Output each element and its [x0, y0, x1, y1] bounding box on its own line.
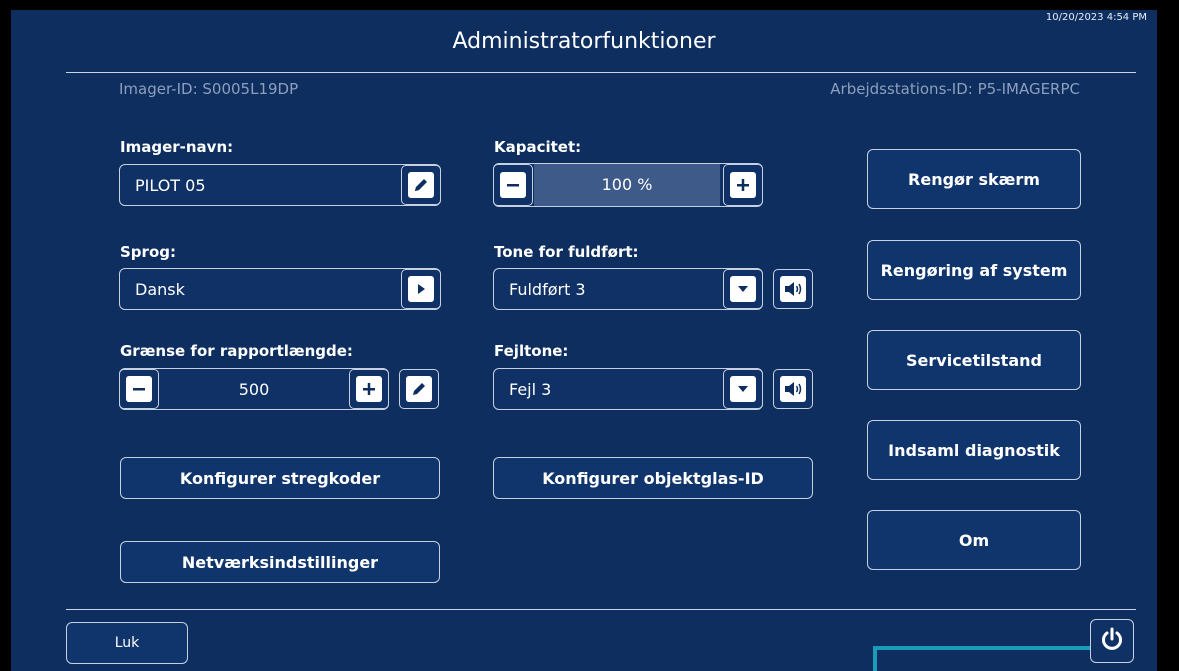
pencil-icon — [406, 376, 432, 402]
clean-screen-button[interactable]: Rengør skærm — [867, 149, 1081, 209]
edit-imager-name-button[interactable] — [401, 165, 441, 205]
imager-name-label: Imager-navn: — [120, 138, 234, 156]
about-button[interactable]: Om — [867, 510, 1081, 570]
done-tone-dropdown-button[interactable] — [723, 269, 763, 309]
error-tone-value: Fejl 3 — [509, 380, 552, 399]
report-limit-stepper: 500 — [119, 368, 389, 410]
workstation-id: Arbejdsstations-ID: P5-IMAGERPC — [830, 80, 1080, 98]
plus-icon — [356, 376, 382, 402]
capacity-display: 100 % — [534, 164, 720, 206]
power-accent-line — [873, 646, 1093, 650]
collect-diagnostics-button[interactable]: Indsaml diagnostik — [867, 420, 1081, 480]
speaker-icon — [780, 376, 806, 402]
power-accent-line-vertical — [873, 646, 877, 671]
done-tone-label: Tone for fuldført: — [494, 243, 639, 261]
minus-icon — [500, 172, 526, 198]
timestamp: 10/20/2023 4:54 PM — [1045, 12, 1147, 23]
footer-divider — [66, 609, 1136, 610]
report-limit-decrease-button[interactable] — [119, 369, 159, 409]
capacity-decrease-button[interactable] — [493, 164, 533, 206]
play-error-tone-button[interactable] — [773, 369, 813, 409]
admin-screen: 10/20/2023 4:54 PM Administratorfunktion… — [11, 10, 1157, 671]
imager-name-value: PILOT 05 — [135, 176, 206, 195]
done-tone-value: Fuldført 3 — [509, 280, 586, 299]
configure-slide-id-button[interactable]: Konfigurer objektglas-ID — [493, 457, 813, 499]
capacity-stepper: 100 % — [493, 163, 763, 207]
language-label: Sprog: — [120, 243, 176, 261]
error-tone-dropdown-button[interactable] — [723, 369, 763, 409]
play-right-icon — [408, 276, 434, 302]
language-value: Dansk — [135, 280, 185, 299]
imager-id: Imager-ID: S0005L19DP — [119, 80, 299, 98]
close-button[interactable]: Luk — [66, 622, 188, 664]
done-tone-select[interactable]: Fuldført 3 — [493, 268, 763, 310]
system-cleaning-button[interactable]: Rengøring af system — [867, 240, 1081, 300]
report-limit-label: Grænse for rapportlængde: — [120, 342, 353, 360]
speaker-icon — [780, 276, 806, 302]
page-title: Administratorfunktioner — [452, 29, 716, 54]
power-icon — [1099, 626, 1125, 656]
chevron-down-icon — [730, 276, 756, 302]
error-tone-select[interactable]: Fejl 3 — [493, 368, 763, 410]
power-button[interactable] — [1090, 619, 1134, 663]
service-mode-button[interactable]: Servicetilstand — [867, 330, 1081, 390]
capacity-label: Kapacitet: — [494, 138, 582, 156]
error-tone-label: Fejltone: — [494, 342, 569, 360]
report-limit-increase-button[interactable] — [349, 369, 389, 409]
capacity-increase-button[interactable] — [723, 164, 763, 206]
configure-barcodes-button[interactable]: Konfigurer stregkoder — [120, 457, 440, 499]
edit-report-limit-button[interactable] — [399, 369, 439, 409]
header-divider — [66, 72, 1136, 73]
pencil-icon — [408, 172, 434, 198]
plus-icon — [730, 172, 756, 198]
report-limit-value: 500 — [238, 380, 270, 399]
network-settings-button[interactable]: Netværksindstillinger — [120, 541, 440, 583]
play-done-tone-button[interactable] — [773, 269, 813, 309]
language-next-button[interactable] — [401, 269, 441, 309]
language-field[interactable]: Dansk — [119, 268, 441, 310]
capacity-value: 100 % — [601, 175, 653, 194]
minus-icon — [126, 376, 152, 402]
chevron-down-icon — [730, 376, 756, 402]
imager-name-field[interactable]: PILOT 05 — [119, 164, 441, 206]
